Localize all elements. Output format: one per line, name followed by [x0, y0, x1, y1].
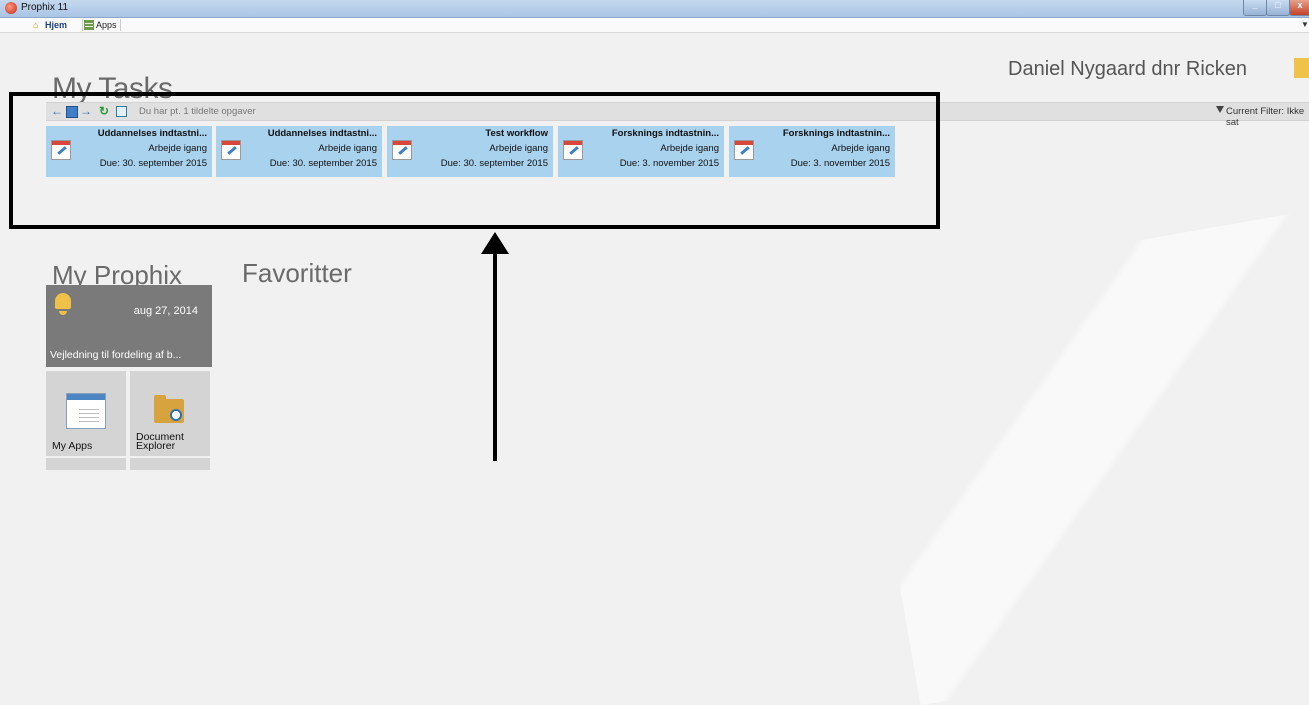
bell-icon — [55, 293, 71, 315]
filter-icon[interactable] — [1216, 106, 1224, 113]
close-button[interactable]: x — [1289, 0, 1309, 16]
app-window-icon — [66, 393, 106, 429]
maximize-icon: □ — [1275, 0, 1281, 10]
tab-label: Hjem — [45, 20, 68, 30]
background-watermark — [847, 194, 1309, 705]
notification-text: Vejledning til fordeling af b... — [50, 349, 182, 361]
section-title-favoritter: Favoritter — [242, 258, 352, 288]
minimize-button[interactable]: _ — [1243, 0, 1267, 16]
tab-bar: ⌂ Hjem Apps ▼ — [0, 18, 1309, 33]
my-apps-tile[interactable]: My Apps — [46, 371, 126, 456]
app-tile-partial[interactable] — [130, 458, 210, 470]
tab-apps[interactable]: Apps — [82, 19, 121, 31]
user-menu-icon[interactable] — [1294, 58, 1309, 78]
notification-date: aug 27, 2014 — [133, 305, 198, 317]
maximize-button[interactable]: □ — [1266, 0, 1290, 16]
folder-search-icon — [154, 395, 184, 423]
window-title: Prophix 11 — [21, 2, 69, 13]
annotation-highlight-box — [9, 92, 940, 229]
notification-tile[interactable]: aug 27, 2014 Vejledning til fordeling af… — [46, 285, 212, 367]
minimize-icon: _ — [1252, 0, 1258, 10]
app-tile-partial[interactable] — [46, 458, 126, 470]
document-explorer-tile[interactable]: Document Explorer — [130, 371, 210, 456]
tab-hjem[interactable]: ⌂ Hjem — [32, 19, 67, 31]
apps-grid-icon — [84, 20, 94, 30]
tile-label: My Apps — [52, 440, 93, 452]
chevron-down-icon[interactable]: ▼ — [1301, 20, 1309, 29]
current-filter[interactable]: Current Filter: Ikke sat — [1226, 106, 1309, 128]
tab-label: Apps — [96, 20, 117, 30]
close-icon: x — [1297, 0, 1303, 10]
window-titlebar: Prophix 11 _ □ x — [0, 0, 1309, 18]
home-icon: ⌂ — [33, 20, 39, 30]
user-name: Daniel Nygaard dnr Ricken — [1008, 58, 1248, 80]
prophix-logo-icon — [5, 2, 17, 14]
tile-label: Document Explorer — [136, 431, 184, 452]
annotation-arrow-shaft — [493, 251, 497, 461]
